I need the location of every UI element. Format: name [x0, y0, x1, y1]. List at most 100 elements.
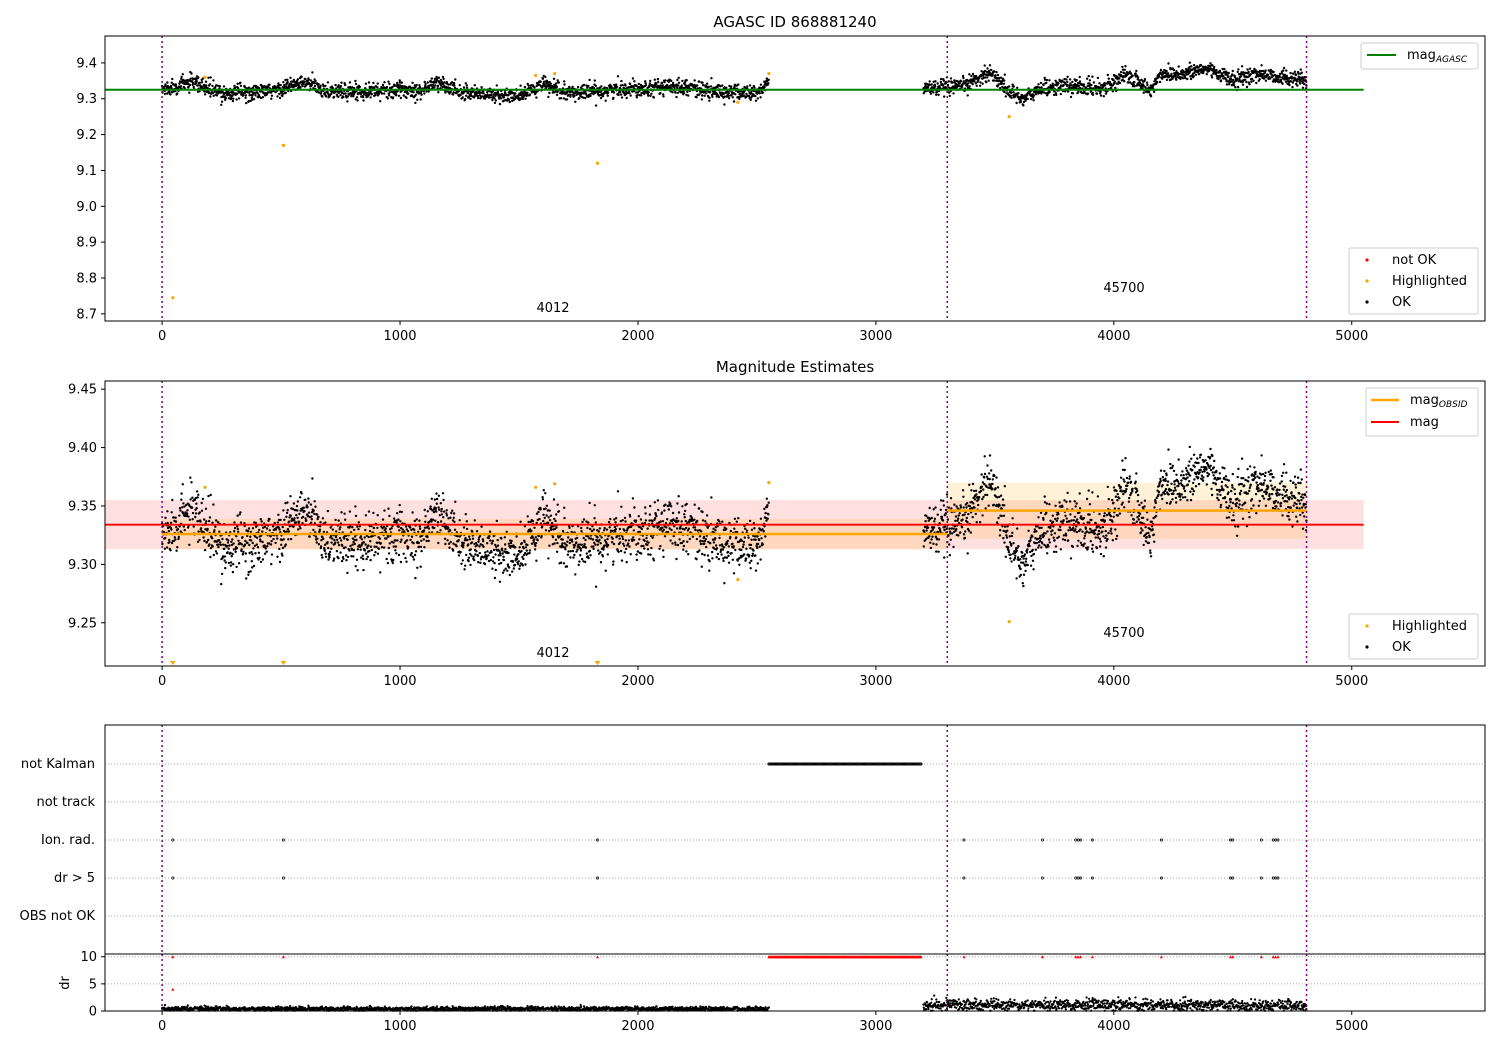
- data-point-ok: [573, 94, 576, 98]
- data-point-ok: [1085, 77, 1089, 80]
- data-point-ok: [441, 492, 445, 495]
- data-point-ok: [277, 513, 280, 516]
- data-point-ok: [593, 504, 596, 507]
- data-point-ok: [674, 541, 677, 544]
- data-point-ok: [537, 510, 540, 514]
- data-point-ok: [516, 557, 519, 561]
- data-point-ok: [372, 81, 375, 85]
- data-point-ok: [289, 537, 293, 541]
- data-point-ok: [399, 96, 403, 100]
- data-point-ok: [214, 525, 217, 528]
- data-point-ok: [386, 561, 390, 565]
- data-point-ok: [331, 528, 334, 531]
- data-point-ok: [948, 94, 951, 98]
- data-point-ok: [1000, 82, 1003, 86]
- data-point-ok: [563, 516, 566, 520]
- data-point-ok: [519, 520, 522, 523]
- data-point-ok: [211, 84, 214, 88]
- data-point-ok: [653, 78, 656, 81]
- data-point-ok: [1052, 85, 1055, 89]
- data-point-ok: [1046, 94, 1049, 97]
- data-point-ok: [508, 573, 511, 577]
- data-point-ok: [1066, 80, 1069, 84]
- y-tick-label: 9.0: [76, 200, 97, 215]
- data-point-ok: [664, 503, 667, 506]
- data-point-ok: [470, 541, 474, 544]
- data-point-ok: [437, 506, 440, 509]
- data-point-ok: [682, 544, 686, 548]
- data-point-ok: [205, 520, 208, 523]
- data-point-ok: [995, 70, 998, 74]
- data-point-ok: [343, 512, 346, 515]
- data-point-ok: [1247, 70, 1250, 74]
- data-point-ok: [484, 551, 487, 554]
- data-point-ok: [659, 544, 662, 548]
- data-point-ok: [727, 92, 730, 95]
- data-point-ok: [351, 543, 354, 546]
- data-point-highlighted: [595, 161, 600, 165]
- data-point-ok: [219, 543, 223, 547]
- data-point-ok: [1244, 78, 1247, 82]
- data-point-ok: [623, 544, 626, 547]
- data-point-ok: [461, 559, 464, 562]
- data-point-ok: [457, 538, 460, 542]
- data-point-ok: [295, 513, 298, 517]
- data-point-ok: [464, 564, 467, 567]
- data-point-ok: [1301, 86, 1305, 90]
- data-point-ok: [165, 546, 169, 549]
- data-point-ok: [335, 549, 339, 553]
- data-point-ok: [983, 64, 986, 67]
- data-point-ok: [685, 79, 688, 82]
- data-point-ok: [440, 513, 444, 516]
- data-point-ok: [381, 83, 385, 87]
- data-point-ok: [207, 519, 211, 523]
- data-point-ok: [738, 97, 741, 101]
- data-point-ok: [576, 536, 579, 540]
- data-point-ok: [683, 509, 687, 513]
- data-point-ok: [582, 536, 585, 540]
- data-point-ok: [574, 100, 577, 104]
- data-point-ok: [452, 542, 455, 545]
- data-point-ok: [1088, 79, 1092, 82]
- data-point-ok: [489, 96, 493, 99]
- data-point-ok: [394, 545, 398, 548]
- data-point-ok: [324, 552, 327, 555]
- data-point-ok: [621, 84, 624, 87]
- data-point-ok: [259, 540, 262, 543]
- data-point-ok: [180, 75, 183, 79]
- data-point-ok: [705, 82, 709, 85]
- data-point-ok: [588, 501, 591, 505]
- data-point-ok: [191, 496, 194, 499]
- data-point-ok: [581, 520, 584, 524]
- data-point-ok: [1291, 85, 1294, 89]
- data-point-ok: [219, 541, 222, 544]
- data-point-ok: [452, 91, 455, 94]
- data-point-ok: [1029, 97, 1033, 101]
- panel-agasc-annotation-obsid-2: 45700: [1103, 281, 1144, 296]
- data-point-ok: [1015, 101, 1018, 105]
- data-point-ok: [176, 92, 179, 95]
- data-point-highlighted: [736, 100, 740, 104]
- data-point-ok: [190, 481, 193, 484]
- data-point-ok: [465, 84, 468, 87]
- data-point-ok: [1040, 86, 1043, 89]
- data-point-highlighted: [203, 75, 207, 79]
- data-point-ok: [638, 538, 641, 541]
- data-point-ok: [203, 539, 206, 543]
- data-point-ok: [376, 514, 379, 517]
- data-point-ok: [171, 77, 174, 81]
- data-point-ok: [493, 101, 497, 105]
- data-point-ok: [524, 546, 528, 549]
- data-point-ok: [310, 83, 313, 87]
- data-point-ok: [612, 96, 615, 100]
- data-point-ok: [364, 528, 367, 532]
- data-point-ok: [639, 518, 643, 521]
- data-point-ok: [1022, 104, 1025, 107]
- data-point-ok: [1281, 82, 1284, 85]
- data-point-ok: [549, 514, 553, 517]
- data-point-ok: [434, 84, 437, 87]
- data-point-ok: [387, 80, 390, 83]
- data-point-ok: [327, 546, 330, 550]
- data-point-ok: [473, 519, 476, 522]
- data-point-ok: [987, 79, 990, 82]
